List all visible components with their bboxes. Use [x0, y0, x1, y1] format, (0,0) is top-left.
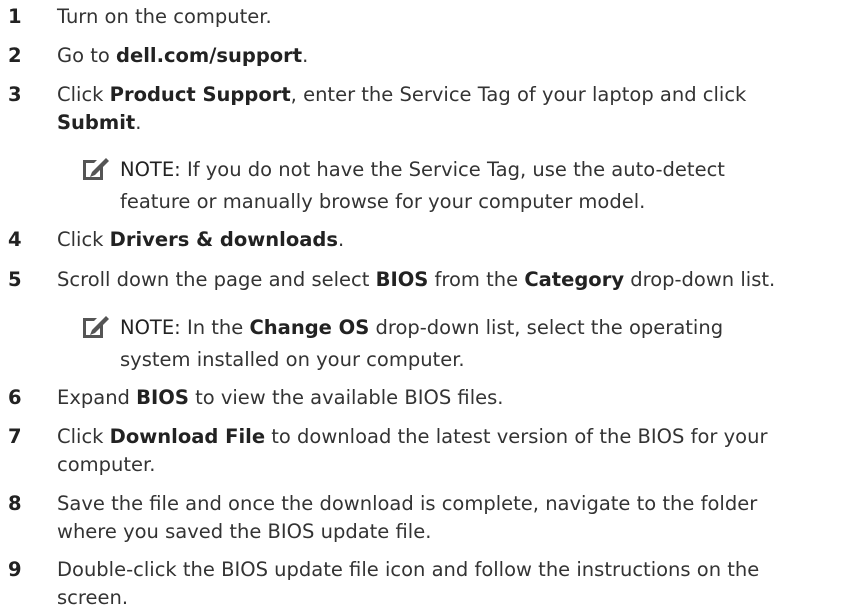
- note-text: NOTE: If you do not have the Service Tag…: [120, 158, 725, 213]
- note-text: NOTE: In the Change OS drop-down list, s…: [120, 316, 724, 371]
- step-number: 6: [8, 386, 22, 409]
- step-number: 4: [8, 228, 22, 251]
- step-text: Scroll down the page and select BIOS fro…: [57, 268, 776, 291]
- step-text: Click Download File to download the late…: [57, 425, 768, 476]
- step-text: Click Product Support, enter the Service…: [57, 83, 747, 134]
- step-number: 7: [8, 425, 22, 448]
- step-text: Expand BIOS to view the available BIOS f…: [57, 386, 504, 409]
- bios-update-instructions: 1 Turn on the computer. 2 Go to dell.com…: [0, 0, 858, 609]
- pencil-note-icon: [83, 158, 109, 180]
- step-number: 3: [8, 83, 22, 106]
- pencil-note-icon: [83, 316, 109, 338]
- step-text: Click Drivers & downloads.: [57, 228, 345, 251]
- step-number: 2: [8, 44, 22, 67]
- step-number: 8: [8, 492, 22, 515]
- step-text: Save the file and once the download is c…: [57, 492, 758, 543]
- step-text: Double-click the BIOS update file icon a…: [57, 558, 760, 609]
- support-link-text: dell.com/support: [116, 44, 303, 67]
- step-number: 9: [8, 558, 22, 581]
- step-text: Go to dell.com/support.: [57, 44, 309, 67]
- step-text: Turn on the computer.: [57, 5, 272, 28]
- step-number: 5: [8, 268, 22, 291]
- step-number: 1: [8, 5, 22, 28]
